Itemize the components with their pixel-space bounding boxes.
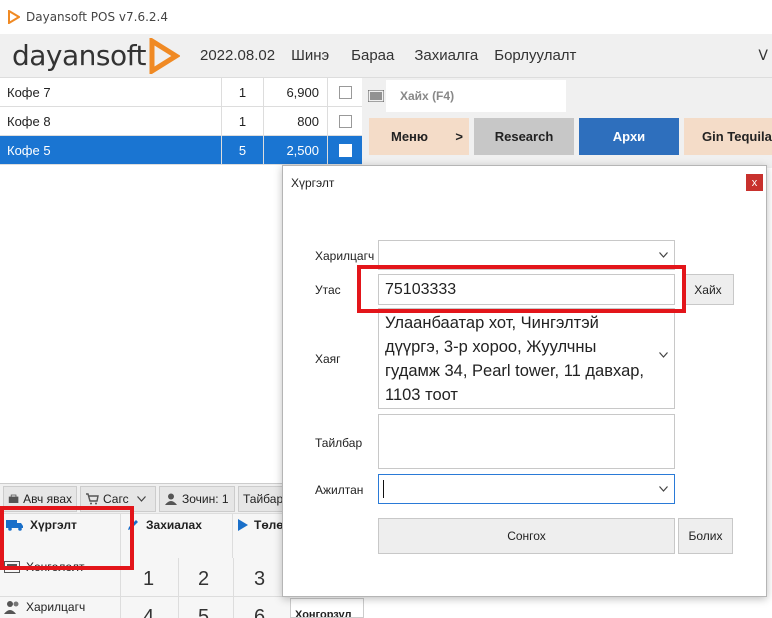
item-name: Кофе 7 (0, 78, 222, 106)
close-button[interactable]: x (746, 174, 763, 191)
customer-label: Харилцагч (26, 600, 86, 614)
search-customer-button[interactable]: Хайх (682, 274, 734, 305)
row-checkbox-cell (328, 136, 362, 164)
bottom-tab[interactable]: Хонгорзул (290, 598, 364, 618)
item-price: 2,500 (264, 136, 328, 164)
nav-sales[interactable]: Борлуулалт (486, 47, 584, 64)
delivery-dialog: Хүргэлт x Харилцагч Утас 75103333 Хайх Х… (282, 165, 767, 597)
select-button[interactable]: Сонгох (378, 518, 675, 554)
table-row[interactable]: Кофе 8 1 800 (0, 107, 362, 136)
table-row-selected[interactable]: Кофе 5 5 2,500 (0, 136, 362, 165)
order-list-empty-area (0, 165, 282, 483)
address-text: Улаанбаатар хот, Чингэлтэй дүүргэ, 3-р х… (385, 314, 645, 404)
numpad-key-2[interactable]: 2 (198, 568, 209, 591)
divider (233, 558, 234, 618)
divider (0, 596, 290, 597)
row-checkbox[interactable] (338, 143, 352, 157)
takeaway-label: Авч явах (23, 491, 72, 506)
numpad-key-5[interactable]: 5 (198, 606, 209, 618)
row-checkbox[interactable] (338, 85, 352, 99)
cancel-button[interactable]: Болих (678, 518, 733, 554)
order-table: Кофе 7 1 6,900 Кофе 8 1 800 Кофе 5 5 2,5… (0, 78, 362, 165)
brand-logo: dayansoft (12, 37, 192, 74)
chevron-down-icon (659, 252, 668, 258)
category-menu-label: Меню (391, 129, 429, 144)
category-research-button[interactable]: Research (474, 118, 574, 155)
pay-label: Төлө (254, 518, 284, 532)
divider (178, 558, 179, 618)
cart-label: Сагс (103, 491, 129, 506)
customer-field-label: Харилцагч (315, 249, 375, 263)
numpad-key-4[interactable]: 4 (143, 606, 154, 618)
top-nav: dayansoft 2022.08.02 Шинэ Бараа Захиалга… (0, 34, 772, 78)
address-field-label: Хаяг (315, 352, 341, 366)
item-qty: 1 (222, 78, 264, 106)
item-qty: 1 (222, 107, 264, 135)
guests-button[interactable]: Зочин: 1 (159, 485, 235, 512)
highlight-delivery (0, 506, 134, 570)
note-textarea[interactable] (378, 414, 675, 469)
table-label: Тайбар (243, 491, 284, 506)
dialog-title: Хүргэлт (291, 176, 335, 190)
customer-button[interactable]: Харилцагч (4, 600, 85, 614)
row-checkbox-cell (328, 107, 362, 135)
nav-more[interactable]: V (758, 48, 768, 64)
guests-label: Зочин: 1 (182, 491, 229, 506)
table-button[interactable]: Тайбар (238, 485, 284, 512)
highlight-phone (357, 265, 686, 313)
nav-date: 2022.08.02 (200, 47, 276, 64)
item-name: Кофе 5 (0, 136, 222, 164)
chevron-down-icon (659, 352, 668, 358)
chevron-down-icon (136, 495, 146, 502)
numpad-key-1[interactable]: 1 (143, 568, 154, 591)
nav-orders[interactable]: Захиалга (406, 47, 486, 64)
category-menu-button[interactable]: Меню > (369, 118, 469, 155)
chevron-down-icon (659, 486, 668, 492)
order-label: Захиалах (146, 518, 202, 532)
category-gin-button[interactable]: Gin Tequila (684, 118, 772, 155)
nav-new[interactable]: Шинэ (283, 47, 337, 64)
app-icon (8, 10, 20, 24)
pay-button[interactable]: Төлө (238, 518, 284, 532)
order-button[interactable]: Захиалах (126, 518, 202, 532)
employee-field-label: Ажилтан (315, 483, 364, 497)
phone-field-label: Утас (315, 283, 341, 297)
window-title: Dayansoft POS v7.6.2.4 (26, 10, 168, 24)
note-field-label: Тайлбар (315, 436, 363, 450)
category-arkhi-button[interactable]: Архи (579, 118, 679, 155)
barcode-icon[interactable] (368, 90, 384, 102)
item-name: Кофе 8 (0, 107, 222, 135)
numpad-key-6[interactable]: 6 (254, 606, 265, 618)
employee-select[interactable] (378, 474, 675, 504)
logo-text: dayansoft (12, 39, 146, 72)
title-bar: Dayansoft POS v7.6.2.4 (0, 0, 772, 34)
row-checkbox-cell (328, 78, 362, 106)
text-caret (383, 480, 384, 498)
logo-arrow-icon (149, 37, 180, 74)
numpad-key-3[interactable]: 3 (254, 568, 265, 591)
divider (232, 514, 233, 559)
users-icon (4, 601, 19, 614)
nav-products[interactable]: Бараа (343, 47, 402, 64)
cart-icon (86, 492, 99, 504)
item-qty: 5 (222, 136, 264, 164)
chevron-right-icon: > (455, 129, 463, 144)
user-icon (165, 493, 177, 505)
item-price: 800 (264, 107, 328, 135)
play-icon (238, 519, 248, 531)
item-price: 6,900 (264, 78, 328, 106)
table-row[interactable]: Кофе 7 1 6,900 (0, 78, 362, 107)
bag-icon (8, 494, 19, 503)
product-search-input[interactable]: Хайх (F4) (386, 80, 566, 112)
row-checkbox[interactable] (338, 114, 352, 128)
address-textarea[interactable]: Улаанбаатар хот, Чингэлтэй дүүргэ, 3-р х… (378, 308, 675, 409)
